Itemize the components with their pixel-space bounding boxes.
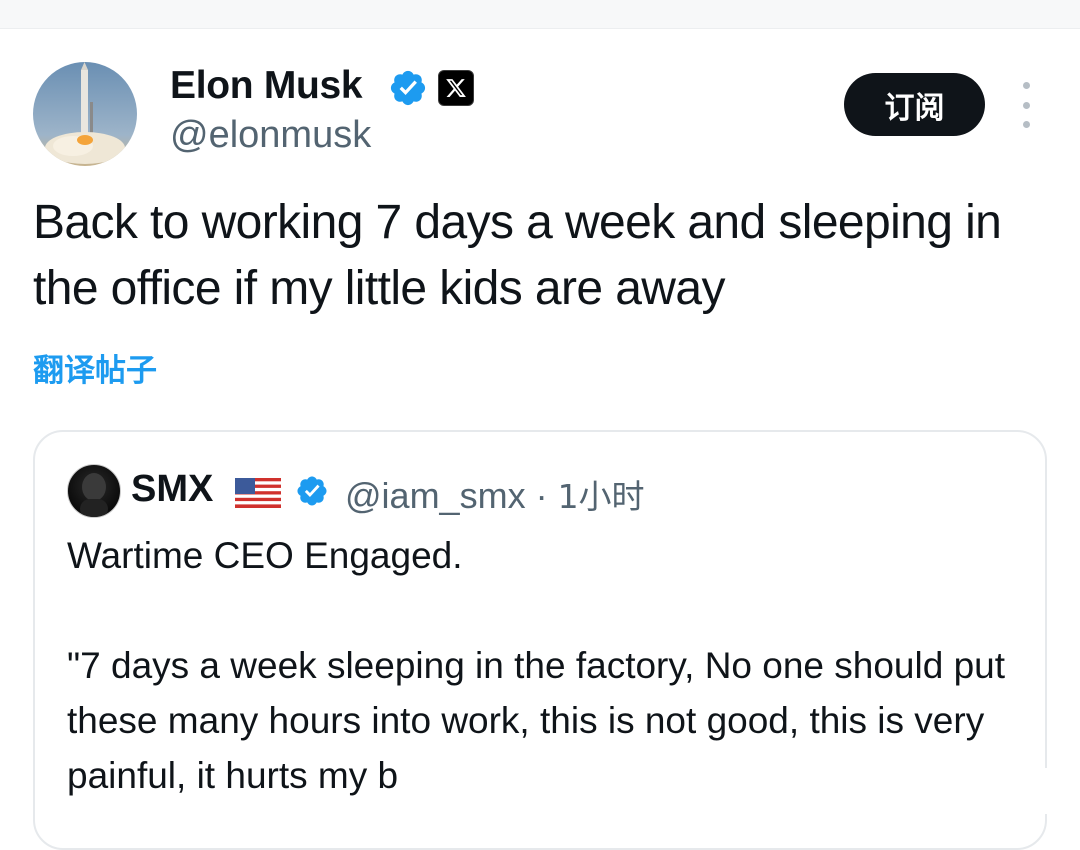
quoted-timestamp[interactable]: 1小时 <box>558 477 645 516</box>
meta-separator: · <box>525 475 558 516</box>
quoted-author-handle[interactable]: @iam_smx <box>345 475 526 516</box>
subscribe-button[interactable]: 订阅 <box>844 73 985 136</box>
more-options-icon[interactable] <box>1010 82 1042 128</box>
rocket-launch-image <box>33 62 137 166</box>
watermark-overlay <box>840 768 1080 814</box>
author-handle[interactable]: @elonmusk <box>170 114 371 157</box>
x-affiliate-icon <box>438 70 474 106</box>
tweet-text: Back to working 7 days a week and sleepi… <box>33 196 1002 315</box>
top-bar <box>0 0 1080 29</box>
quoted-author-name[interactable]: SMX <box>131 468 213 511</box>
us-flag-icon <box>235 478 281 508</box>
quoted-verified-badge-icon <box>297 476 327 506</box>
quoted-handle-line: @iam_smx · 1小时 <box>345 470 645 518</box>
translate-post-link[interactable]: 翻译帖子 <box>33 345 157 390</box>
author-name[interactable]: Elon Musk <box>170 64 363 108</box>
quoted-author-avatar[interactable] <box>67 464 121 518</box>
verified-badge-icon <box>390 70 426 106</box>
quoted-tweet-text: Wartime CEO Engaged. "7 days a week slee… <box>67 535 1006 796</box>
author-avatar[interactable] <box>33 62 137 166</box>
